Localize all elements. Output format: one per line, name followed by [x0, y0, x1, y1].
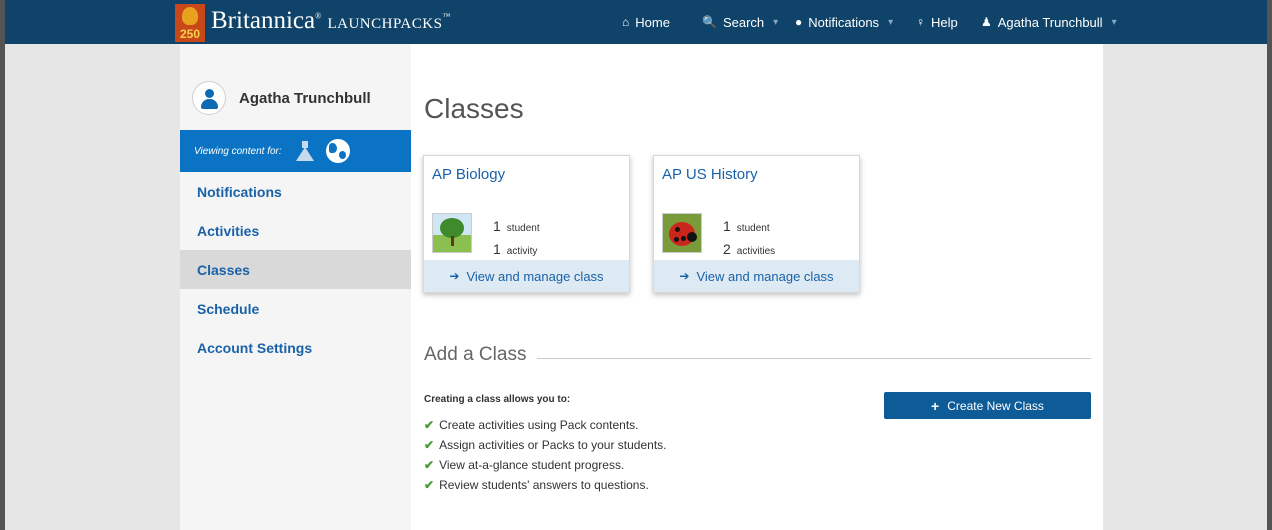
benefit-text: Create activities using Pack contents.: [439, 418, 639, 432]
viewing-content-label: Viewing content for:: [194, 145, 282, 157]
student-label: student: [506, 223, 540, 234]
benefit-text: Assign activities or Packs to your stude…: [439, 438, 667, 452]
activity-label: activities: [736, 246, 776, 257]
list-item: ✔ Create activities using Pack contents.: [424, 415, 667, 435]
sidebar-item-schedule[interactable]: Schedule: [180, 289, 411, 328]
britannica-logo[interactable]: 250 Britannica® LaunchPacks™: [175, 4, 455, 42]
section-divider: [537, 358, 1091, 359]
profile-name: Agatha Trunchbull: [239, 89, 371, 107]
anniversary-badge: 250: [175, 4, 205, 42]
lightbulb-icon: ♀: [916, 15, 925, 29]
user-icon: ♟: [981, 15, 992, 29]
chevron-down-icon: ▾: [773, 16, 779, 28]
view-manage-class-label: View and manage class: [696, 268, 834, 284]
activity-label: activity: [506, 246, 538, 257]
nav-home-label: Home: [635, 14, 670, 30]
home-icon: ⌂: [622, 15, 630, 29]
nav-help[interactable]: ♀ Help: [916, 0, 958, 44]
search-icon: 🔍: [702, 15, 717, 29]
brand-wordmark: Britannica® LaunchPacks™: [211, 7, 451, 34]
sidebar-item-label: Classes: [197, 261, 250, 278]
nav-home[interactable]: ⌂ Home: [622, 0, 670, 44]
plus-icon: +: [931, 397, 940, 414]
nav-user-label: Agatha Trunchbull: [997, 14, 1103, 30]
check-icon: ✔: [424, 458, 435, 472]
class-card-ap-us-history: AP US History 1 student 2 activities ➔ Vie…: [653, 155, 860, 293]
arrow-right-icon: ➔: [449, 269, 460, 283]
avatar: [192, 81, 226, 115]
activity-count: 1: [493, 241, 501, 257]
nav-user-menu[interactable]: ♟ Agatha Trunchbull ▾: [981, 0, 1117, 44]
ladybug-thumbnail: [662, 213, 702, 253]
brand-name: Britannica: [211, 7, 316, 34]
left-gutter: [0, 44, 5, 530]
nav-search[interactable]: 🔍 Search ▾: [702, 0, 778, 44]
nav-notifications-label: Notifications: [808, 14, 880, 30]
badge-number: 250: [179, 27, 201, 41]
check-icon: ✔: [424, 438, 435, 452]
list-item: ✔ Review students' answers to questions.: [424, 475, 667, 495]
chevron-down-icon: ▾: [1111, 16, 1117, 28]
right-gutter: [1267, 44, 1272, 530]
check-icon: ✔: [424, 418, 435, 432]
view-manage-class-link[interactable]: ➔ View and manage class: [654, 260, 859, 292]
sidebar-item-activities[interactable]: Activities: [180, 211, 411, 250]
view-manage-class-link[interactable]: ➔ View and manage class: [424, 260, 629, 292]
student-count: 1: [493, 218, 501, 234]
sidebar-item-classes[interactable]: Classes: [180, 250, 411, 289]
sidebar-item-label: Activities: [197, 222, 260, 239]
benefit-text: Review students' answers to questions.: [439, 478, 649, 492]
nav-notifications[interactable]: ● Notifications ▾: [795, 0, 893, 44]
class-name-link[interactable]: AP US History: [662, 166, 758, 183]
benefits-list: ✔ Create activities using Pack contents. …: [424, 415, 667, 495]
viewing-content-bar: Viewing content for:: [180, 130, 411, 172]
create-new-class-button[interactable]: + Create New Class: [884, 392, 1091, 419]
nav-search-label: Search: [722, 14, 765, 30]
sidebar-item-label: Schedule: [197, 300, 260, 317]
list-item: ✔ Assign activities or Packs to your stud…: [424, 435, 667, 455]
torch-icon: [182, 7, 198, 25]
add-class-heading: Add a Class: [424, 344, 527, 365]
arrow-right-icon: ➔: [679, 269, 690, 283]
sidebar-item-notifications[interactable]: Notifications: [180, 172, 411, 211]
product-name: LaunchPacks: [327, 16, 443, 32]
profile-header: Agatha Trunchbull: [192, 81, 371, 115]
sidebar-item-label: Account Settings: [197, 339, 313, 356]
comment-icon: ●: [795, 15, 803, 29]
page-title: Classes: [424, 93, 524, 124]
sidebar: Agatha Trunchbull Viewing content for: N…: [180, 44, 411, 530]
nav-help-label: Help: [931, 14, 958, 30]
top-navigation-bar: 250 Britannica® LaunchPacks™ ⌂ Home 🔍 Se…: [0, 0, 1272, 44]
tree-thumbnail: [432, 213, 472, 253]
add-class-intro: Creating a class allows you to:: [424, 394, 571, 405]
student-label: student: [736, 223, 770, 234]
sidebar-item-label: Notifications: [197, 183, 282, 200]
class-stats: 1 student 1 activity: [493, 216, 540, 262]
globe-icon[interactable]: [325, 139, 350, 163]
science-flask-icon[interactable]: [294, 140, 316, 162]
student-count: 1: [723, 218, 731, 234]
activity-count: 2: [723, 241, 731, 257]
main-content: Classes AP Biology 1 student 1 activity ➔ …: [411, 44, 1103, 530]
class-name-link[interactable]: AP Biology: [432, 166, 505, 183]
class-stats: 1 student 2 activities: [723, 216, 775, 262]
chevron-down-icon: ▾: [888, 16, 894, 28]
sidebar-item-account-settings[interactable]: Account Settings: [180, 328, 411, 367]
benefit-text: View at-a-glance student progress.: [439, 458, 625, 472]
view-manage-class-label: View and manage class: [466, 268, 604, 284]
check-icon: ✔: [424, 478, 435, 492]
create-new-class-label: Create New Class: [947, 398, 1044, 413]
class-card-ap-biology: AP Biology 1 student 1 activity ➔ View and…: [423, 155, 630, 293]
list-item: ✔ View at-a-glance student progress.: [424, 455, 667, 475]
